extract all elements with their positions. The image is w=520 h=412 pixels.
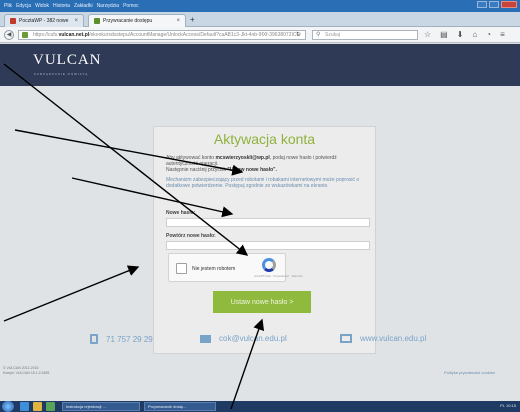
instruction-text: Aby aktywować konto mcswierzyoskli@wp.pl… xyxy=(166,155,337,173)
download-icon[interactable]: ⬇ xyxy=(457,30,464,39)
set-new-password-button[interactable]: Ustaw nowe hasło > xyxy=(213,291,311,313)
monitor-icon xyxy=(340,334,352,343)
phone-icon xyxy=(90,334,98,344)
close-window-button[interactable] xyxy=(501,1,517,8)
bookmark-star-icon[interactable]: ☆ xyxy=(424,30,431,39)
hamburger-menu-icon[interactable]: ≡ xyxy=(500,30,505,39)
menu-view[interactable]: Widok xyxy=(35,3,49,9)
toolbar-icons: ☆ ▤ ⬇ ⌂ ◔ ≡ xyxy=(424,30,505,39)
tab-label: Przywracanie dostępu xyxy=(103,18,153,24)
minimize-button[interactable] xyxy=(477,1,487,8)
search-input[interactable]: ⚲ Szukaj xyxy=(312,30,418,40)
repeat-password-label: Powtórz nowe hasło: xyxy=(166,233,216,239)
site-header: VULCAN ZARZĄDZANIE OŚWIATĄ xyxy=(0,44,520,86)
new-tab-icon[interactable]: + xyxy=(190,15,195,24)
menu-tools[interactable]: Narzędzia xyxy=(97,3,120,9)
privacy-link[interactable]: Polityka prywatności cookies xyxy=(444,370,495,375)
menu-edit[interactable]: Edycja xyxy=(16,3,31,9)
contact-email[interactable]: cok@vulcan.edu.pl xyxy=(200,334,287,343)
tab-poczta[interactable]: PocztaWP - 382 nowe × xyxy=(4,14,84,27)
maximize-button[interactable] xyxy=(489,1,499,8)
url-field[interactable]: https://cufs.vulcan.net.pl/ekonkursdoste… xyxy=(18,30,306,40)
footer-copyright: © VULCAN 2012-2015 Kompil. VULCAN 15.1.2… xyxy=(3,366,50,375)
tab-przywracanie[interactable]: Przywracanie dostępu × xyxy=(88,14,186,27)
reload-icon[interactable]: ↻ xyxy=(296,31,301,38)
contact-phone: 71 757 29 29 xyxy=(90,334,153,344)
tab-favicon-icon xyxy=(10,18,16,24)
windows-taskbar: Instrukcja rejestracji ... Przywracanie … xyxy=(0,401,520,412)
menu-help[interactable]: Pomoc xyxy=(123,3,139,9)
start-button[interactable] xyxy=(2,401,14,412)
vulcan-logo[interactable]: VULCAN xyxy=(33,52,102,69)
menu-bar: Plik Edycja Widok Historia Zakładki Narz… xyxy=(4,1,139,11)
recaptcha-checkbox[interactable] xyxy=(176,263,187,274)
pocket-icon[interactable]: ◔ xyxy=(486,30,491,39)
close-tab-icon[interactable]: × xyxy=(176,18,180,24)
taskbar-item-word[interactable]: Instrukcja rejestracji ... xyxy=(62,402,140,411)
search-icon: ⚲ xyxy=(316,32,321,38)
contact-web[interactable]: www.vulcan.edu.pl xyxy=(340,334,426,343)
recaptcha-terms: reCAPTCHA · Prywatność · Warunki xyxy=(254,274,303,278)
lock-icon xyxy=(22,32,28,38)
new-password-label: Nowe hasło: xyxy=(166,210,196,216)
back-icon[interactable]: ◀ xyxy=(4,30,14,40)
web-page: VULCAN ZARZĄDZANIE OŚWIATĄ Aktywacja kon… xyxy=(0,44,520,401)
repeat-password-field[interactable] xyxy=(166,241,370,250)
menu-history[interactable]: Historia xyxy=(53,3,70,9)
window-titlebar: Plik Edycja Widok Historia Zakładki Narz… xyxy=(0,0,520,12)
menu-bookmarks[interactable]: Zakładki xyxy=(74,3,93,9)
window-controls xyxy=(477,1,517,8)
home-icon[interactable]: ⌂ xyxy=(472,30,477,39)
taskbar-item-firefox[interactable]: Przywracanie dostę... xyxy=(144,402,216,411)
mail-icon xyxy=(200,334,211,343)
security-note: Mechanizm zabezpieczający przed robotami… xyxy=(166,177,360,189)
page-title: Aktywacja konta xyxy=(213,131,316,147)
activation-card: Aktywacja konta Aby aktywować konto mcsw… xyxy=(153,126,376,354)
menu-file[interactable]: Plik xyxy=(4,3,12,9)
recaptcha-label: Nie jestem robotem xyxy=(192,266,236,272)
recaptcha-widget: Nie jestem robotem reCAPTCHA · Prywatnoś… xyxy=(168,253,303,282)
reading-list-icon[interactable]: ▤ xyxy=(440,30,448,39)
recaptcha-logo-icon xyxy=(262,258,276,272)
account-email: mcswierzyoskli@wp.pl xyxy=(215,155,270,161)
tab-bar: PocztaWP - 382 nowe × Przywracanie dostę… xyxy=(0,12,520,27)
navigation-bar: ◀ https://cufs.vulcan.net.pl/ekonkursdos… xyxy=(0,27,520,43)
system-tray: PL 10:15 xyxy=(500,403,516,408)
tab-label: PocztaWP - 382 nowe xyxy=(19,18,69,24)
close-tab-icon[interactable]: × xyxy=(74,18,78,24)
new-password-field[interactable] xyxy=(166,218,370,227)
media-icon[interactable] xyxy=(46,402,55,411)
tab-favicon-icon xyxy=(94,18,100,24)
logo-subtitle: ZARZĄDZANIE OŚWIATĄ xyxy=(34,72,89,76)
explorer-icon[interactable] xyxy=(33,402,42,411)
ie-icon[interactable] xyxy=(20,402,29,411)
